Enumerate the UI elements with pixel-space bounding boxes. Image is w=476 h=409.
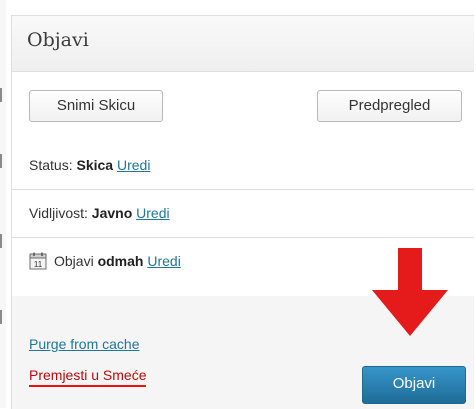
preview-button[interactable]: Predpregled xyxy=(317,90,462,122)
schedule-text: Objavi odmah Uredi xyxy=(54,238,181,285)
panel-title: Objavi xyxy=(27,29,89,51)
status-row: Status: Skica Uredi xyxy=(12,142,474,190)
calendar-day-text: 11 xyxy=(34,260,43,269)
gutter-mark xyxy=(0,234,2,248)
schedule-edit-link[interactable]: Uredi xyxy=(147,253,180,269)
move-to-trash-link[interactable]: Premjesti u Smeće xyxy=(29,367,147,387)
visibility-label: Vidljivost: xyxy=(29,205,88,221)
schedule-value: odmah xyxy=(97,253,144,269)
visibility-edit-link[interactable]: Uredi xyxy=(136,205,169,221)
status-text: Status: Skica Uredi xyxy=(29,142,150,189)
arrow-down-icon xyxy=(372,248,448,336)
status-edit-link[interactable]: Uredi xyxy=(117,157,150,173)
gutter-mark xyxy=(0,88,2,102)
visibility-value: Javno xyxy=(91,205,133,221)
save-draft-button[interactable]: Snimi Skicu xyxy=(29,90,163,122)
gutter-mark xyxy=(0,310,2,324)
schedule-label: Objavi xyxy=(54,253,94,269)
publish-panel: Objavi Snimi Skicu Predpregled Status: S… xyxy=(11,15,474,409)
panel-header[interactable]: Objavi xyxy=(12,16,474,72)
publish-button[interactable]: Objavi xyxy=(362,366,466,404)
status-label: Status: xyxy=(29,157,73,173)
left-gutter xyxy=(0,0,6,408)
purge-cache-link[interactable]: Purge from cache xyxy=(29,336,140,352)
calendar-icon: 11 xyxy=(29,252,47,270)
status-value: Skica xyxy=(76,157,114,173)
visibility-text: Vidljivost: Javno Uredi xyxy=(29,190,170,237)
visibility-row: Vidljivost: Javno Uredi xyxy=(12,190,474,238)
gutter-mark xyxy=(0,154,2,168)
